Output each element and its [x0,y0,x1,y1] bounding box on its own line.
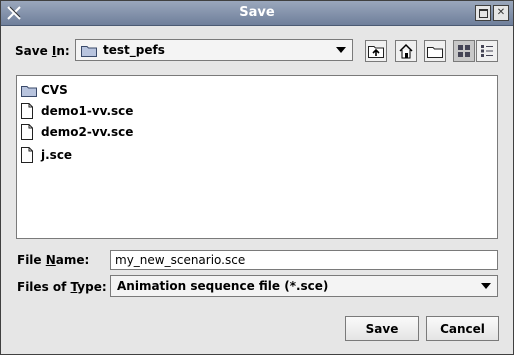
file-icon [21,147,37,163]
list-item[interactable]: j.sce [21,146,72,164]
file-name: demo1-vv.sce [41,104,134,118]
folder-icon [21,82,37,98]
up-one-level-button[interactable] [365,40,387,62]
file-type-dropdown[interactable]: Animation sequence file (*.sce) [110,275,498,297]
close-icon: ✕ [496,7,506,18]
list-item[interactable]: CVS [21,81,68,99]
file-name-input[interactable] [110,250,498,270]
file-name: demo2-vv.sce [41,125,134,139]
new-folder-button[interactable] [424,40,446,62]
details-view-button[interactable] [476,40,498,62]
close-button[interactable]: ✕ [493,5,509,21]
list-view-button[interactable] [453,40,475,62]
window-title: Save [239,5,275,20]
file-type-value: Animation sequence file (*.sce) [117,279,329,293]
home-button[interactable] [395,40,417,62]
maximize-button[interactable] [475,5,491,21]
file-list[interactable]: CVS demo1-vv.sce demo2-vv.sce j.sce [16,75,498,239]
list-item[interactable]: demo1-vv.sce [21,102,133,120]
save-in-value: test_pefs [103,43,165,57]
cancel-button[interactable]: Cancel [426,316,499,341]
home-icon [399,43,413,59]
maximize-icon [478,8,488,18]
file-name-label: File Name: [17,253,90,267]
file-icon [21,103,37,119]
new-folder-icon [427,46,443,58]
list-view-icon [458,45,470,57]
chevron-down-icon [481,283,491,289]
folder-icon [81,44,97,57]
save-in-label: Save In: [15,44,70,58]
save-in-dropdown[interactable]: test_pefs [75,39,353,61]
file-icon [21,124,37,140]
list-item[interactable]: demo2-vv.sce [21,123,133,141]
details-view-icon [481,45,493,57]
save-button[interactable]: Save [345,316,419,341]
title-bar[interactable]: Save ✕ [1,1,513,26]
file-name: CVS [41,83,68,97]
file-name: j.sce [41,148,73,162]
chevron-down-icon [336,47,346,53]
save-dialog: Save ✕ Save In: test_pefs CVS demo1-vv.s… [0,0,514,355]
file-type-label: Files of Type: [17,280,107,294]
up-folder-icon [368,46,384,58]
